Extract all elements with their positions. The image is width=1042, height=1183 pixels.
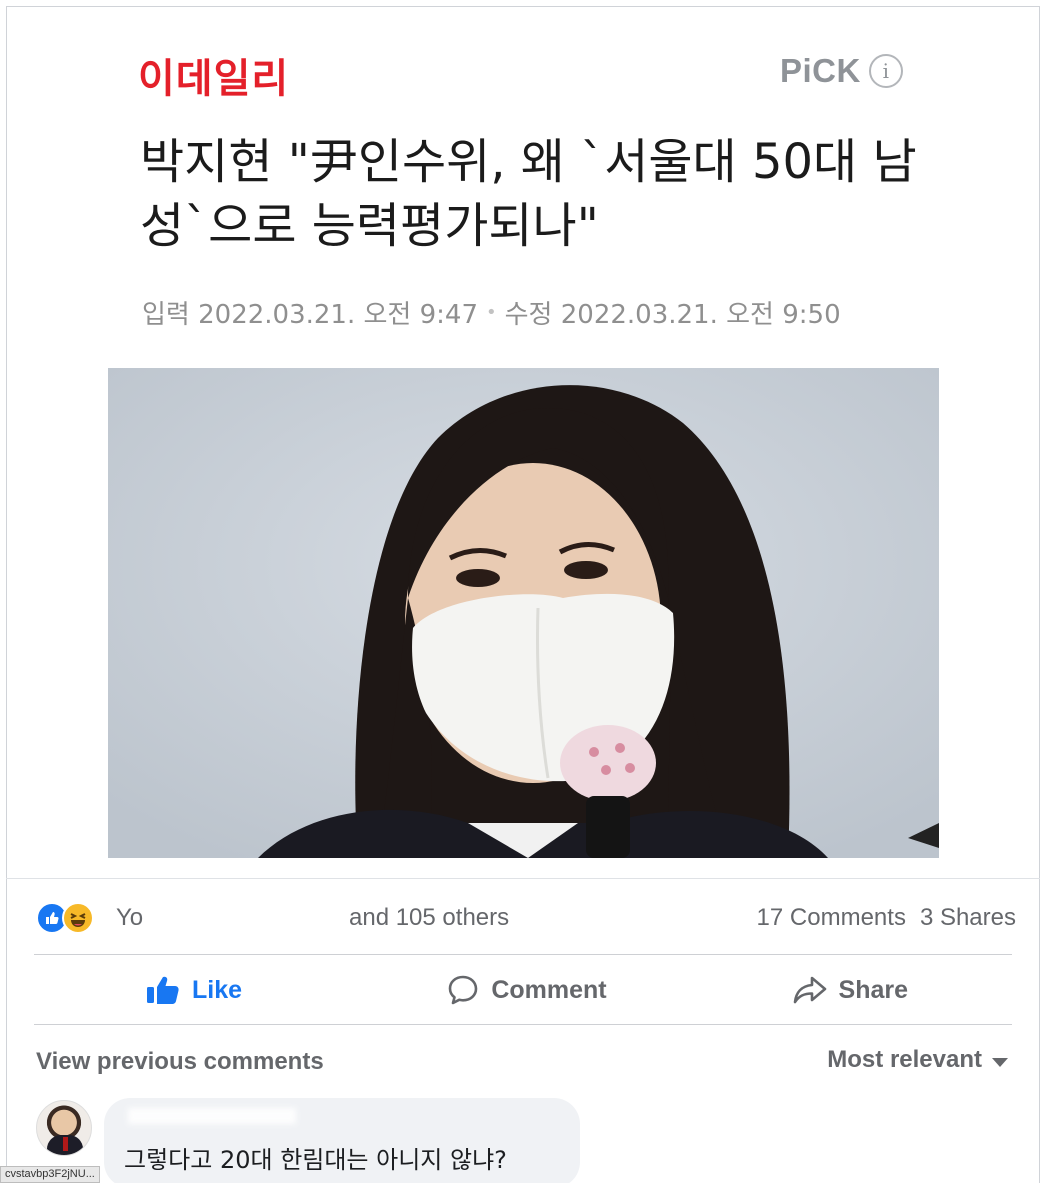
thumbs-up-icon: [147, 976, 179, 1004]
sort-label: Most relevant: [827, 1046, 982, 1073]
news-photo-icon[interactable]: [108, 368, 939, 858]
share-button[interactable]: Share: [654, 962, 1012, 1018]
reaction-names[interactable]: Yo: [116, 904, 143, 932]
article-headline[interactable]: 박지현 "尹인수위, 왜 `서울대 50대 남성`으로 능력평가되나": [140, 130, 920, 258]
caret-down-icon: [992, 1057, 1008, 1067]
comment-sort-dropdown[interactable]: Most relevant: [827, 1046, 1008, 1074]
avatar[interactable]: [36, 1100, 92, 1156]
comment-item: 그렇다고 20대 한림대는 아니지 않냐?: [36, 1098, 1016, 1183]
post-action-bar: Like Comment Share: [34, 962, 1012, 1018]
actions-top-divider: [34, 954, 1012, 955]
share-arrow-icon: [793, 976, 826, 1004]
view-previous-comments-link[interactable]: View previous comments: [36, 1048, 324, 1076]
meta-separator: •: [486, 302, 497, 323]
comment-button[interactable]: Comment: [400, 962, 654, 1018]
pick-label: PiCK: [780, 52, 861, 89]
modified-date: 수정 2022.03.21. 오전 9:50: [504, 300, 841, 330]
info-circle-icon[interactable]: i: [868, 54, 903, 88]
engagement-counts: 17 Comments 3 Shares: [757, 904, 1016, 932]
news-photo-illustration: [108, 368, 939, 858]
comment-bubble-icon: [449, 975, 478, 1005]
card-divider: [6, 878, 1040, 879]
haha-icon: [62, 902, 94, 934]
share-label: Share: [838, 975, 908, 1004]
avatar-tie: [63, 1137, 68, 1151]
like-button[interactable]: Like: [34, 962, 400, 1018]
redacted-commenter-name: [128, 1108, 296, 1124]
actions-bottom-divider: [34, 1024, 1012, 1025]
reaction-others[interactable]: and 105 others: [349, 904, 509, 932]
status-url: cvstavbp3F2jNU...: [0, 1166, 100, 1183]
like-label: Like: [192, 975, 243, 1004]
brand-logo: 이데일리: [138, 56, 290, 102]
comments-count[interactable]: 17 Comments: [757, 904, 906, 932]
input-date: 입력 2022.03.21. 오전 9:47: [142, 300, 478, 330]
pick-badge[interactable]: PiCK i: [780, 52, 903, 90]
comment-label: Comment: [491, 975, 607, 1004]
shares-count[interactable]: 3 Shares: [920, 904, 1016, 932]
reaction-icons[interactable]: [36, 902, 106, 934]
article-meta: 입력 2022.03.21. 오전 9:47 • 수정 2022.03.21. …: [142, 294, 841, 331]
comment-bubble[interactable]: 그렇다고 20대 한림대는 아니지 않냐?: [104, 1098, 580, 1183]
comment-text: 그렇다고 20대 한림대는 아니지 않냐?: [124, 1146, 507, 1174]
reactions-summary[interactable]: Yo and 105 others 17 Comments 3 Shares: [36, 900, 1016, 936]
